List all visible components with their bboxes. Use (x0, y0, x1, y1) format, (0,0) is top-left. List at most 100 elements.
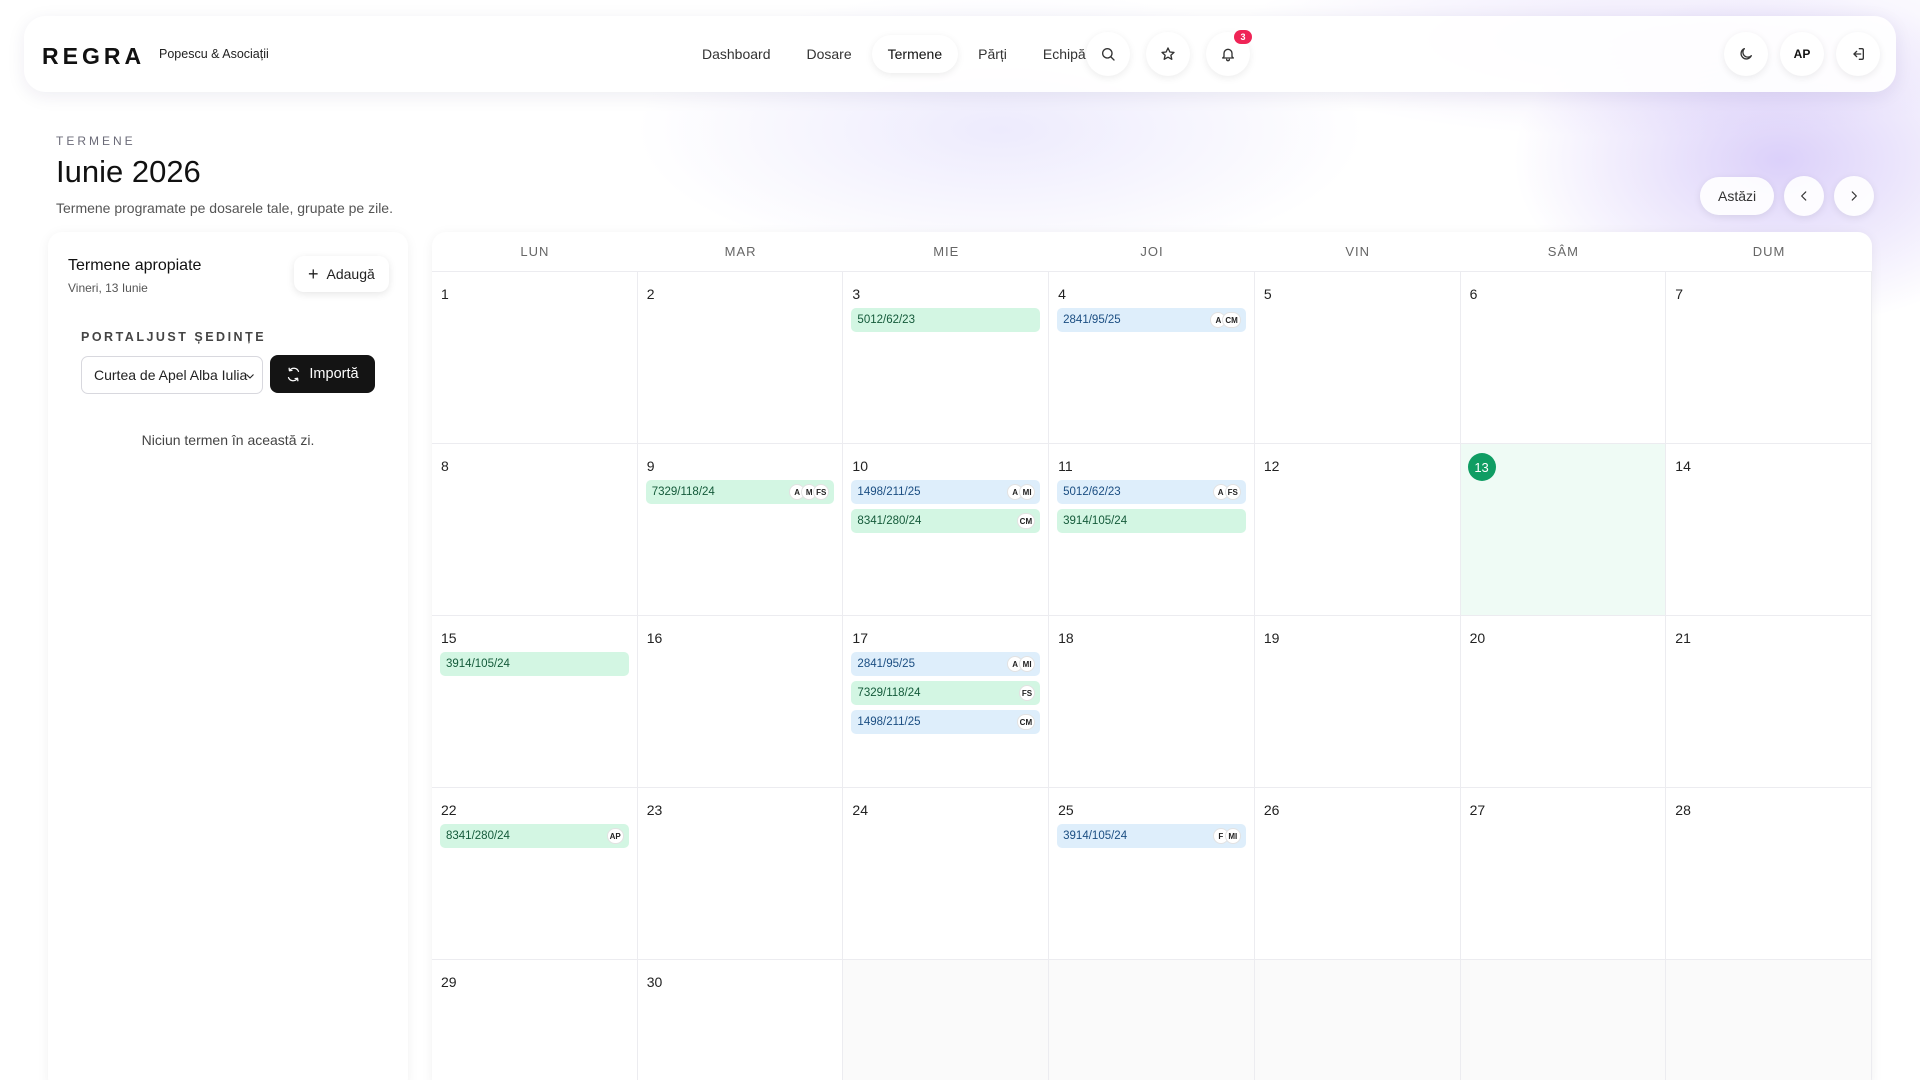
court-select-value: Curtea de Apel Alba Iulia (94, 367, 248, 383)
court-select[interactable]: Curtea de Apel Alba Iulia (81, 356, 263, 394)
day-cell[interactable]: 6 (1460, 272, 1667, 444)
next-month-button[interactable] (1834, 176, 1875, 216)
day-cell[interactable]: 25 3914/105/24 F MI (1049, 788, 1255, 960)
deadline-event[interactable]: 2841/95/25 A CM (1057, 308, 1246, 332)
notifications-button[interactable]: 3 (1206, 30, 1252, 76)
day-cell[interactable]: 27 (1460, 788, 1667, 960)
day-cell[interactable]: 23 (637, 788, 844, 960)
day-cell[interactable]: 3 5012/62/23 (843, 272, 1050, 444)
weekday-label: VIN (1345, 244, 1370, 259)
weekday-label: DUM (1752, 244, 1786, 259)
deadline-event[interactable]: 1498/211/25 CM (851, 710, 1041, 734)
day-number: 6 (1469, 286, 1478, 302)
selected-date: Vineri, 13 Iunie (68, 281, 148, 295)
event-assignees: FS (1018, 685, 1036, 701)
logout-button[interactable] (1836, 32, 1880, 76)
day-number: 1 (441, 286, 449, 302)
day-cell-empty (843, 960, 1050, 1080)
deadline-event[interactable]: 1498/211/25 A MI (851, 480, 1041, 504)
favorites-button[interactable] (1146, 32, 1190, 76)
deadline-event[interactable]: 3914/105/24 (1057, 509, 1246, 533)
day-cell[interactable]: 12 (1254, 444, 1461, 616)
day-cell[interactable]: 14 (1666, 444, 1872, 616)
day-number: 30 (646, 974, 663, 990)
deadline-event[interactable]: 2841/95/25 A MI (851, 652, 1041, 676)
day-cell[interactable]: 5 (1254, 272, 1461, 444)
today-button[interactable]: Astăzi (1700, 177, 1775, 215)
day-cell[interactable]: 7 (1666, 272, 1872, 444)
assignee-avatar: MI (1019, 656, 1036, 672)
deadline-event[interactable]: 7329/118/24 FS (851, 681, 1041, 705)
event-assignees: A MI (1007, 484, 1036, 500)
deadline-event[interactable]: 8341/280/24 CM (851, 509, 1041, 533)
deadline-event[interactable]: 5012/62/23 (851, 308, 1041, 332)
day-number: 10 (852, 458, 868, 474)
month-calendar: LUN MAR MIE JOI VIN SÂM DUM 1 2 3 5012/62/23 4 2841… (432, 232, 1872, 1080)
search-button[interactable] (1086, 32, 1130, 76)
event-case-number: 1498/211/25 (857, 716, 921, 728)
import-button[interactable]: Importă (270, 355, 375, 393)
day-number: 20 (1469, 630, 1486, 646)
assignee-avatar: AP (606, 828, 624, 844)
day-cell[interactable]: 20 (1460, 616, 1667, 788)
moon-icon (1740, 48, 1752, 60)
main-nav: Dashboard Dosare Termene Părți Echipă (686, 34, 1102, 74)
day-number: 29 (441, 974, 457, 990)
nav-dashboard[interactable]: Dashboard (686, 35, 787, 73)
day-cell[interactable]: 15 3914/105/24 (432, 616, 638, 788)
day-cell[interactable]: 30 (637, 960, 844, 1080)
app-logo[interactable]: REGRA (42, 43, 145, 70)
day-cell[interactable]: 13 (1460, 444, 1667, 616)
weekday-header: LUN MAR MIE JOI VIN SÂM DUM (432, 232, 1872, 272)
day-number: 11 (1058, 458, 1073, 474)
deadline-event[interactable]: 7329/118/24 A M FS (645, 480, 835, 504)
day-cell[interactable]: 8 (432, 444, 638, 616)
import-label: Importă (309, 366, 359, 382)
day-cell[interactable]: 24 (843, 788, 1050, 960)
theme-toggle-button[interactable] (1724, 32, 1768, 76)
day-cell[interactable]: 21 (1666, 616, 1872, 788)
nav-parti[interactable]: Părți (962, 35, 1023, 73)
event-assignees: F MI (1212, 828, 1241, 844)
deadline-event[interactable]: 3914/105/24 F MI (1057, 824, 1246, 848)
day-cell[interactable]: 9 7329/118/24 A M FS (637, 444, 844, 616)
user-avatar-button[interactable]: AP (1780, 32, 1824, 76)
user-controls: AP (1724, 32, 1880, 76)
day-cell[interactable]: 18 (1049, 616, 1255, 788)
day-cell[interactable]: 19 (1254, 616, 1461, 788)
day-cell-empty (1460, 960, 1667, 1080)
page-subtitle: Termene programate pe dosarele tale, gru… (56, 200, 393, 216)
day-cell[interactable]: 2 (637, 272, 844, 444)
day-cell[interactable]: 1 (432, 272, 638, 444)
day-cell[interactable]: 16 (637, 616, 844, 788)
refresh-icon (288, 367, 300, 381)
star-icon (1161, 47, 1175, 60)
weekday-label: SÂM (1547, 244, 1579, 259)
day-cell[interactable]: 17 2841/95/25 A MI 7329/118/24 FS 1498/211/25 C… (843, 616, 1050, 788)
add-deadline-label: Adaugă (326, 266, 375, 282)
upcoming-title: Termene apropiate (68, 257, 202, 274)
day-cell[interactable]: 4 2841/95/25 A CM (1049, 272, 1255, 444)
nav-dosare[interactable]: Dosare (791, 35, 868, 73)
day-number: 28 (1675, 802, 1691, 818)
day-cell[interactable]: 10 1498/211/25 A MI 8341/280/24 CM (843, 444, 1050, 616)
day-cell[interactable]: 22 8341/280/24 AP (432, 788, 638, 960)
day-number: 2 (646, 286, 655, 302)
day-cell[interactable]: 26 (1254, 788, 1461, 960)
day-cell[interactable]: 11 5012/62/23 A FS 3914/105/24 (1049, 444, 1255, 616)
event-case-number: 1498/211/25 (857, 486, 921, 498)
day-number: 9 (646, 458, 655, 474)
day-cell[interactable]: 29 (432, 960, 638, 1080)
day-number: 17 (852, 630, 868, 646)
deadline-event[interactable]: 5012/62/23 A FS (1057, 480, 1246, 504)
deadline-event[interactable]: 8341/280/24 AP (440, 824, 629, 848)
plus-icon: + (308, 264, 319, 284)
day-cell[interactable]: 28 (1666, 788, 1872, 960)
add-deadline-button[interactable]: + Adaugă (294, 256, 389, 292)
nav-termene[interactable]: Termene (871, 35, 959, 73)
empty-state-message: Niciun termen în această zi. (141, 432, 315, 448)
prev-month-button[interactable] (1784, 176, 1825, 216)
top-navbar: REGRA Popescu & Asociații Dashboard Dosa… (24, 16, 1896, 92)
deadline-event[interactable]: 3914/105/24 (440, 652, 629, 676)
day-number: 23 (646, 802, 663, 818)
